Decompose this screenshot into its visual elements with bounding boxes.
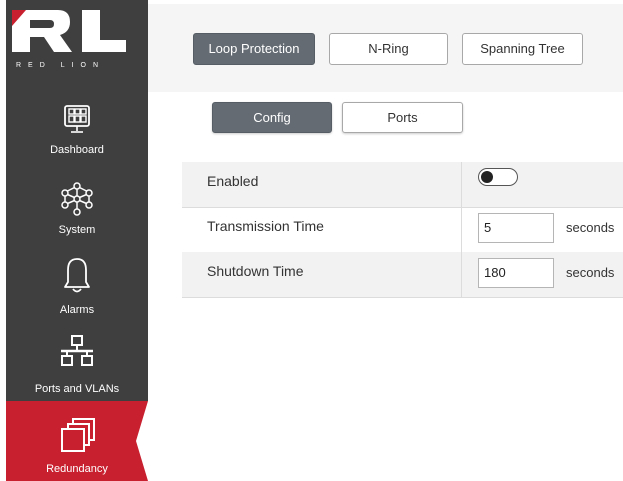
setting-row-transmission-time: Transmission Time 5 seconds [182, 207, 623, 253]
subtab-config[interactable]: Config [212, 102, 332, 133]
unit-label: seconds [566, 265, 615, 280]
subtab-ports[interactable]: Ports [342, 102, 463, 133]
sidebar-item-alarms[interactable]: Alarms [6, 256, 148, 336]
red-lion-logo: RED LION [6, 0, 148, 78]
sidebar-item-redundancy[interactable]: Redundancy [6, 401, 148, 481]
main-content: Loop Protection N-Ring Spanning Tree Con… [148, 0, 623, 481]
sidebar-item-system[interactable]: System [6, 180, 148, 260]
tab-bar: Loop Protection N-Ring Spanning Tree [148, 4, 623, 92]
sidebar-item-label: Ports and VLANs [34, 383, 120, 395]
tab-loop-protection[interactable]: Loop Protection [193, 33, 315, 65]
sidebar-item-label: Redundancy [46, 463, 108, 475]
tab-n-ring[interactable]: N-Ring [329, 33, 448, 65]
bell-icon [62, 256, 92, 301]
logo-text: RED LION [16, 62, 106, 69]
unit-label: seconds [566, 220, 615, 235]
shutdown-time-input[interactable]: 180 [478, 258, 554, 288]
tab-spanning-tree[interactable]: Spanning Tree [462, 33, 583, 65]
redundancy-stack-icon [58, 417, 96, 460]
toggle-knob [481, 171, 493, 183]
setting-label: Enabled [207, 173, 259, 189]
sidebar-item-label: Alarms [59, 304, 95, 316]
transmission-time-input[interactable]: 5 [478, 213, 554, 243]
setting-label: Shutdown Time [207, 263, 304, 279]
rl-logo-icon [12, 10, 126, 52]
dashboard-icon [63, 104, 91, 139]
system-network-icon [61, 182, 93, 221]
sidebar-item-label: System [58, 224, 96, 236]
setting-row-enabled: Enabled [182, 162, 623, 208]
setting-label: Transmission Time [207, 218, 324, 234]
sidebar: RED LION Dashboard System Alarms Ports a… [6, 0, 148, 481]
setting-row-shutdown-time: Shutdown Time 180 seconds [182, 252, 623, 298]
sidebar-item-label: Dashboard [50, 144, 104, 156]
network-topology-icon [59, 334, 95, 373]
enabled-toggle[interactable] [478, 168, 518, 186]
sidebar-item-dashboard[interactable]: Dashboard [6, 100, 148, 180]
